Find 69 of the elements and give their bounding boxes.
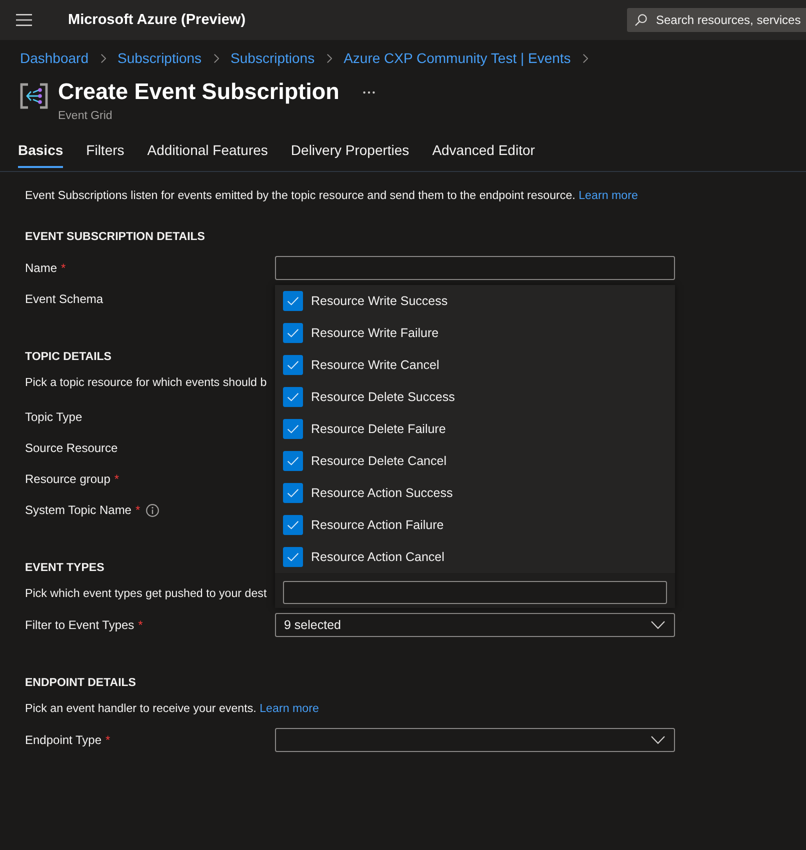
- chevron-right-icon: [214, 54, 219, 63]
- field-label: Name: [25, 261, 58, 275]
- dropdown-option[interactable]: Resource Write Cancel: [275, 349, 675, 381]
- field-label: Topic Type: [25, 410, 82, 424]
- dropdown-option[interactable]: Resource Delete Failure: [275, 413, 675, 445]
- breadcrumb-link[interactable]: Azure CXP Community Test | Events: [344, 47, 571, 69]
- tab[interactable]: Delivery Properties: [290, 134, 410, 168]
- checkbox[interactable]: [283, 323, 303, 343]
- field-label: Resource group: [25, 472, 110, 486]
- required-mark: *: [138, 618, 143, 632]
- checkbox[interactable]: [283, 387, 303, 407]
- breadcrumb-link[interactable]: Subscriptions: [230, 47, 315, 69]
- checkbox[interactable]: [283, 483, 303, 503]
- field-label: Source Resource: [25, 441, 118, 455]
- description-text: Pick which event types get pushed to your dest: [25, 586, 267, 602]
- learn-more-link[interactable]: Learn more: [260, 702, 319, 715]
- more-icon[interactable]: [363, 90, 376, 94]
- checkbox[interactable]: [283, 419, 303, 439]
- dropdown-option[interactable]: Resource Write Success: [275, 285, 675, 317]
- dropdown-option[interactable]: Resource Action Success: [275, 477, 675, 509]
- checkbox[interactable]: [283, 547, 303, 567]
- dropdown[interactable]: [275, 728, 675, 752]
- intro-text: Event Subscriptions listen for events emitted by the topic resource and send them to the endpoint resource. Learn more: [25, 188, 638, 204]
- page-title: Create Event Subscription: [58, 78, 340, 106]
- description-text: Pick an event handler to receive your events. Learn more: [25, 701, 319, 717]
- learn-more-link[interactable]: Learn more: [578, 189, 638, 202]
- dropdown-option[interactable]: Resource Write Failure: [275, 317, 675, 349]
- field-label: Filter to Event Types: [25, 618, 134, 632]
- required-mark: *: [106, 733, 110, 747]
- tab[interactable]: Additional Features: [147, 134, 268, 168]
- tab[interactable]: Filters: [86, 134, 124, 168]
- field-label: System Topic Name: [25, 503, 132, 517]
- bracket-arrows-icon: [20, 83, 48, 109]
- breadcrumb-link[interactable]: Subscriptions: [118, 47, 202, 69]
- breadcrumb-link[interactable]: Dashboard: [20, 47, 88, 69]
- dropdown-option[interactable]: Resource Delete Cancel: [275, 445, 675, 477]
- dropdown[interactable]: 9 selected: [275, 613, 675, 637]
- search-icon: [635, 14, 647, 26]
- field-label: Endpoint Type: [25, 733, 102, 747]
- checkbox[interactable]: [283, 291, 303, 311]
- chevron-down-icon: [651, 621, 665, 629]
- required-mark: *: [114, 472, 120, 486]
- search-field[interactable]: Search resources, services: [627, 8, 806, 32]
- checkbox[interactable]: [283, 451, 303, 471]
- checkbox[interactable]: [283, 515, 303, 535]
- chevron-down-icon: [651, 736, 665, 744]
- section-heading: TOPIC DETAILS: [25, 350, 112, 365]
- required-mark: *: [61, 261, 66, 275]
- section-heading: EVENT SUBSCRIPTION DETAILS: [25, 230, 205, 245]
- tab[interactable]: Basics: [18, 134, 64, 168]
- checkbox[interactable]: [283, 355, 303, 375]
- text-field[interactable]: [275, 256, 675, 280]
- filter-field[interactable]: [283, 581, 667, 604]
- chevron-right-icon: [582, 54, 588, 63]
- field-label: Event Schema: [25, 292, 104, 306]
- dropdown-option[interactable]: Resource Action Failure: [275, 509, 675, 541]
- dropdown-option[interactable]: Resource Action Cancel: [275, 541, 675, 573]
- required-mark: *: [135, 503, 140, 517]
- chevron-right-icon: [100, 54, 106, 63]
- description-text: Pick a topic resource for which events should b: [25, 375, 267, 391]
- info-icon[interactable]: [146, 504, 160, 516]
- dropdown-option[interactable]: Resource Delete Success: [275, 381, 675, 413]
- app-title: Microsoft Azure (Preview): [68, 12, 246, 28]
- tab[interactable]: Advanced Editor: [432, 134, 535, 168]
- page-subtitle: Event Grid: [58, 109, 112, 124]
- section-heading: ENDPOINT DETAILS: [25, 676, 136, 691]
- menu-icon[interactable]: [16, 14, 32, 26]
- chevron-right-icon: [326, 54, 332, 63]
- section-heading: EVENT TYPES: [25, 561, 104, 576]
